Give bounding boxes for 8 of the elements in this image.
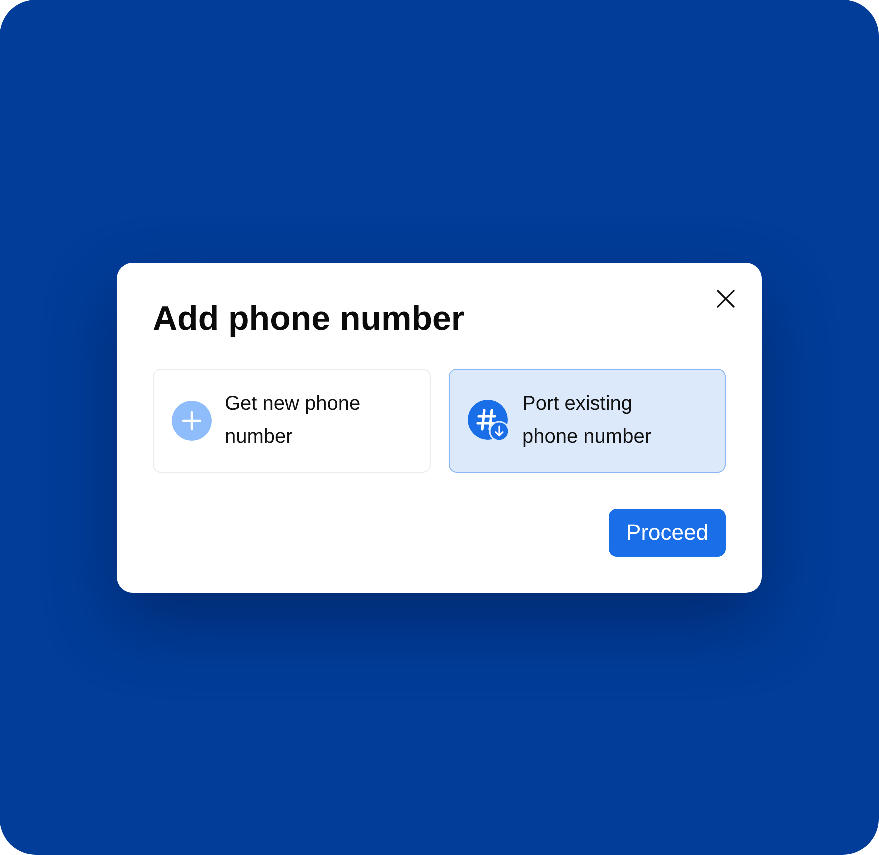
option-card[interactable]: Port existing phone number <box>448 368 726 472</box>
option-card[interactable]: Get new phone number <box>153 368 430 472</box>
plus-icon <box>172 400 212 440</box>
hash-download-icon <box>468 400 510 442</box>
proceed-button[interactable]: Proceed <box>609 508 726 556</box>
close-icon <box>717 290 735 308</box>
dialog-title: Add phone number <box>153 298 465 338</box>
close-button[interactable] <box>716 288 736 308</box>
